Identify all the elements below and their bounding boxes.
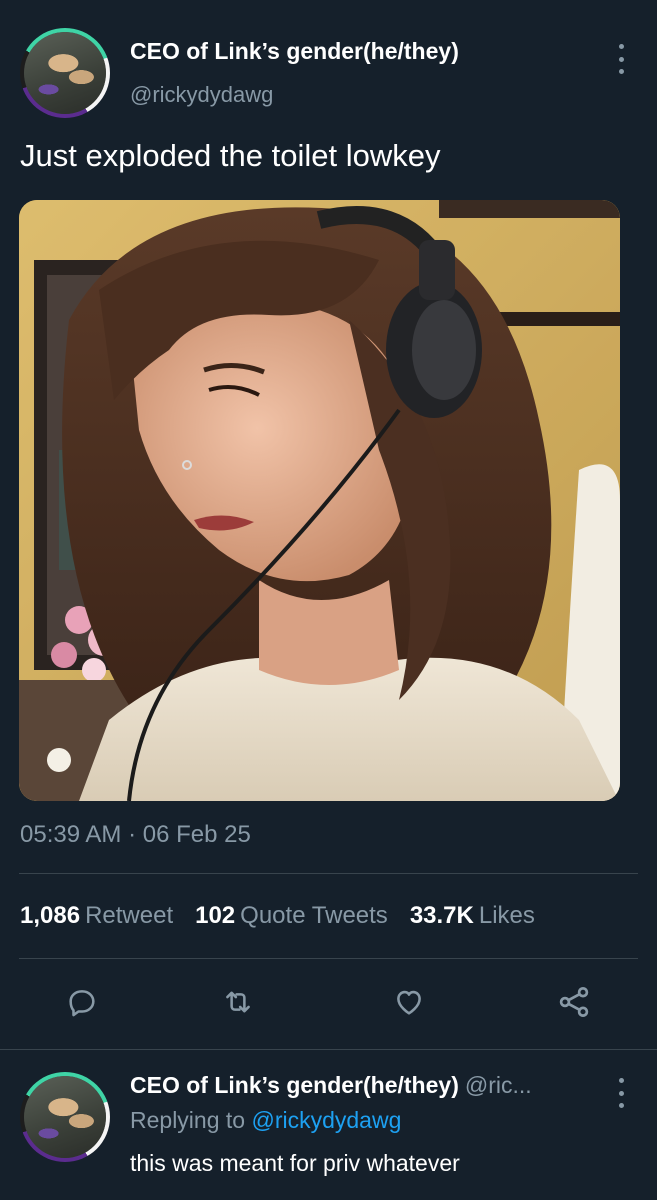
avatar-image	[24, 1076, 106, 1158]
like-count[interactable]: 33.7K Likes	[410, 902, 535, 929]
tweet-stats: 1,086 Retweet 102 Quote Tweets 33.7K Likes	[20, 902, 535, 930]
reply-author-line[interactable]: CEO of Link’s gender(he/they) @ric...	[130, 1072, 532, 1099]
author-handle[interactable]: @rickydydawg	[130, 82, 273, 108]
author-name[interactable]: CEO of Link’s gender(he/they)	[130, 38, 459, 65]
divider	[19, 873, 638, 874]
section-separator	[0, 1049, 657, 1050]
quote-tweet-count[interactable]: 102 Quote Tweets	[195, 902, 410, 929]
retweet-icon	[226, 991, 250, 1013]
reply-more-options-icon[interactable]	[617, 1078, 625, 1108]
retweet-count[interactable]: 1,086 Retweet	[20, 902, 195, 929]
replying-to-label: Replying to	[130, 1107, 246, 1133]
tweet-date: 06 Feb 25	[142, 821, 251, 848]
avatar-image	[24, 32, 106, 114]
reply-author-handle: @ric...	[464, 1072, 532, 1098]
reply-icon	[69, 990, 95, 1017]
tweet-text: Just exploded the toilet lowkey	[20, 138, 441, 173]
reply-author-avatar[interactable]	[20, 1072, 110, 1162]
like-icon	[397, 990, 421, 1015]
reply-author-name: CEO of Link’s gender(he/they)	[130, 1072, 459, 1098]
tweet-detail-page: CEO of Link’s gender(he/they) @rickydyda…	[0, 0, 657, 1200]
tweet-photo[interactable]	[19, 200, 620, 801]
more-options-icon[interactable]	[617, 44, 625, 74]
timestamp-separator: ·	[128, 821, 137, 848]
tweet-action-bar	[0, 980, 657, 1026]
share-icon	[559, 987, 589, 1017]
replying-to-mention[interactable]: @rickydydawg	[251, 1107, 401, 1133]
tweet-timestamp[interactable]: 05:39 AM · 06 Feb 25	[20, 821, 251, 849]
reply-text: this was meant for priv whatever	[130, 1150, 460, 1176]
replying-to: Replying to @rickydydawg	[130, 1107, 401, 1134]
retweet-button[interactable]	[216, 980, 260, 1024]
author-avatar[interactable]	[20, 28, 110, 118]
reply-button[interactable]	[60, 980, 104, 1024]
share-button[interactable]	[552, 980, 596, 1024]
like-button[interactable]	[387, 980, 431, 1024]
divider	[19, 958, 638, 959]
photo-illustration	[19, 200, 620, 801]
tweet-time: 05:39 AM	[20, 821, 122, 848]
